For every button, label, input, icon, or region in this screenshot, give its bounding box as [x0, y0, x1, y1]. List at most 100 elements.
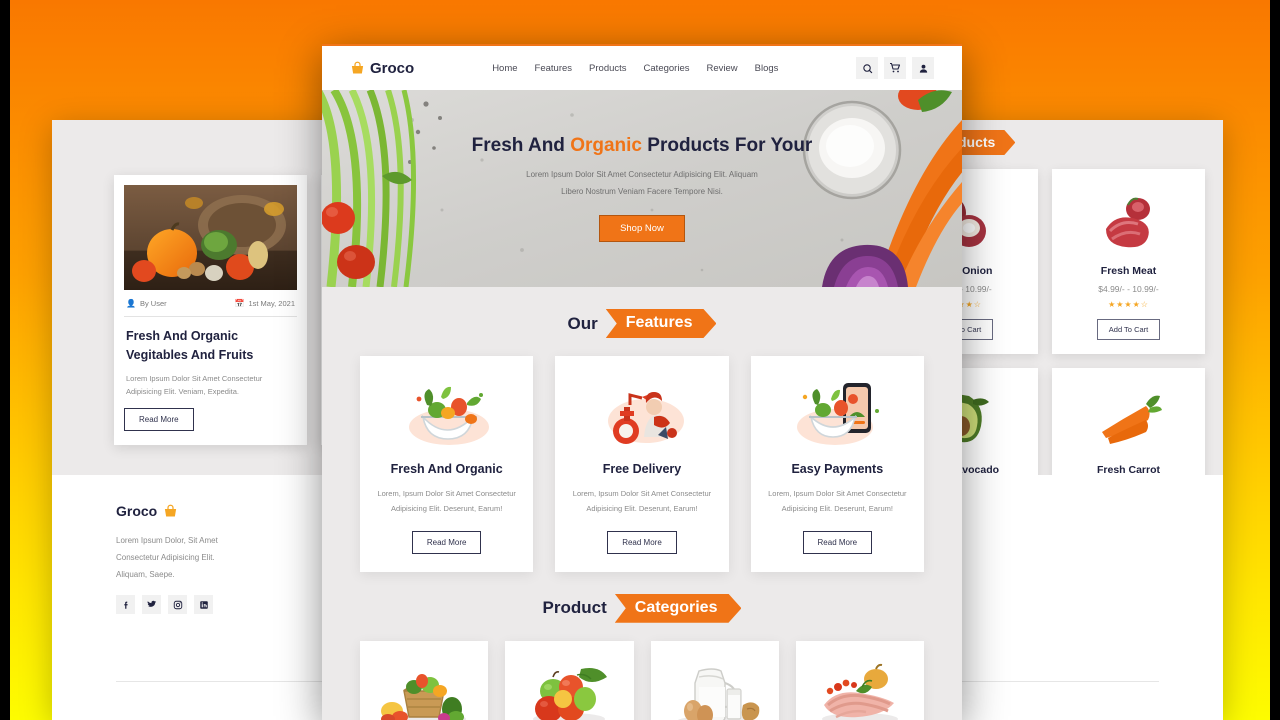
hero-title-accent: Organic [570, 135, 642, 157]
feature-text-line2: Adipisicing Elit. Deserunt, Earum! [781, 504, 893, 514]
categories-heading-ribbon: Categories [615, 594, 742, 623]
search-icon[interactable] [856, 57, 878, 79]
shopping-basket-icon [350, 61, 365, 76]
footer-about-line3: Aliquam, Saepe. [116, 569, 175, 579]
feature-text-line1: Lorem, Ipsum Dolor Sit Amet Consectetur [377, 489, 516, 498]
shop-now-button[interactable]: Shop Now [599, 214, 685, 242]
cart-icon[interactable] [884, 57, 906, 79]
footer-about-line1: Lorem Ipsum Dolor, Sit Amet [116, 536, 218, 545]
categories-heading: Product Categories [322, 572, 962, 641]
product-rating-stars: ★★★★☆ [1108, 300, 1149, 309]
features-grid: Fresh And Organic Lorem, Ipsum Dolor Sit… [322, 356, 962, 572]
hero-content: Fresh And Organic Products For Your Lore… [472, 135, 813, 242]
hero-banner: Fresh And Organic Products For Your Lore… [322, 90, 962, 287]
footer-brand-label: Groco [116, 503, 158, 519]
features-heading-plain: Our [567, 313, 598, 333]
raw-meat-image [804, 659, 916, 720]
nav-link-review[interactable]: Review [706, 63, 737, 74]
feature-read-more-button[interactable]: Read More [802, 530, 873, 554]
footer-about-column: Groco Lorem Ipsum Dolor, Sit Amet Consec… [116, 503, 281, 637]
hero-paragraph: Lorem Ipsum Dolor Sit Amet Consectetur A… [472, 167, 813, 201]
blog-read-more-button[interactable]: Read More [124, 408, 194, 431]
blog-text-line1: Lorem Ipsum Dolor Sit Amet Consectetur [126, 373, 263, 383]
feature-card[interactable]: Free Delivery Lorem, Ipsum Dolor Sit Ame… [555, 356, 729, 572]
blog-title-line1: Fresh And Organic [126, 329, 239, 343]
feature-card[interactable]: Fresh And Organic Lorem, Ipsum Dolor Sit… [360, 356, 534, 572]
blog-text-line2: Adipisicing Elit. Veniam, Expedita. [126, 386, 239, 396]
category-card[interactable]: Fresh Meat [795, 640, 924, 720]
carrot-image [1062, 384, 1195, 458]
category-card[interactable]: Fresh Fruits [505, 640, 634, 720]
logo[interactable]: Groco [350, 60, 414, 77]
feature-text: Lorem, Ipsum Dolor Sit Amet Consectetur … [374, 486, 519, 517]
linkedin-icon[interactable] [194, 595, 213, 615]
footer-socials [116, 595, 281, 615]
feature-read-more-button[interactable]: Read More [411, 530, 482, 554]
blog-title-line2: Vegitables And Fruits [126, 348, 254, 363]
hero-title: Fresh And Organic Products For Your [472, 135, 813, 157]
product-name: Fresh Meat [1100, 265, 1157, 277]
blog-card[interactable]: 👤 By User 📅 1st May, 2021 Fresh And Organi… [114, 175, 307, 445]
features-heading: Our Features [322, 287, 962, 356]
mobile-payment-illustration [765, 376, 910, 450]
feature-card[interactable]: Easy Payments Lorem, Ipsum Dolor Sit Ame… [750, 356, 924, 572]
feature-text-line2: Adipisicing Elit. Deserunt, Earum! [391, 504, 503, 514]
blog-author-label: By User [139, 299, 167, 308]
facebook-icon[interactable] [116, 595, 135, 615]
hero-title-pre: Fresh And [471, 135, 571, 157]
scooter-delivery-illustration [569, 376, 714, 450]
calendar-icon: 📅 [234, 299, 245, 308]
feature-text: Lorem, Ipsum Dolor Sit Amet Consectetur … [765, 486, 910, 517]
blog-meta: 👤 By User 📅 1st May, 2021 [124, 290, 297, 317]
feature-read-more-button[interactable]: Read More [607, 530, 677, 554]
product-price: $4.99/- - 10.99/- [1098, 284, 1159, 294]
user-icon: 👤 [126, 299, 136, 308]
nav-icons [856, 57, 934, 79]
hero-paragraph-line1: Lorem Ipsum Dolor Sit Amet Consectetur A… [526, 170, 758, 180]
screenshot-stage: 👤 By User 📅 1st May, 2021 Fresh And Organi… [0, 0, 1280, 720]
feature-text-line1: Lorem, Ipsum Dolor Sit Amet Consectetur [768, 489, 907, 498]
product-card[interactable]: Fresh Meat $4.99/- - 10.99/- ★★★★☆ Add T… [1052, 169, 1205, 354]
categories-grid: Vegitables [322, 640, 962, 720]
feature-title: Free Delivery [602, 462, 682, 476]
footer-about-line2: Consectetur Adipisicing Elit. [116, 552, 215, 562]
blog-date-label: 1st May, 2021 [248, 299, 295, 308]
logo-label: Groco [370, 59, 415, 77]
footer-brand: Groco [116, 503, 281, 519]
feature-text: Lorem, Ipsum Dolor Sit Amet Consectetur … [569, 486, 714, 517]
blog-title: Fresh And Organic Vegitables And Fruits [124, 317, 297, 372]
fruits-image [513, 659, 625, 720]
hero-paragraph-line2: Libero Nostrum Veniam Facere Tempore Nis… [561, 187, 723, 196]
hero-title-post: Products For Your [642, 135, 813, 157]
category-card[interactable]: Vegitables [360, 640, 489, 720]
nav-links: Home Features Products Categories Review… [492, 63, 778, 74]
categories-heading-plain: Product [542, 598, 607, 618]
feature-text-line1: Lorem, Ipsum Dolor Sit Amet Consectetur [572, 489, 712, 498]
blog-text: Lorem Ipsum Dolor Sit Amet Consectetur A… [124, 372, 297, 408]
footer-about-text: Lorem Ipsum Dolor, Sit Amet Consectetur … [116, 533, 281, 583]
nav-link-categories[interactable]: Categories [644, 63, 690, 74]
foreground-page-window: Groco Home Features Products Categories … [322, 44, 962, 720]
add-to-cart-button[interactable]: Add To Cart [1096, 319, 1161, 340]
blog-date: 📅 1st May, 2021 [234, 299, 295, 308]
category-card[interactable]: Dairy Products [650, 640, 779, 720]
milk-jug-eggs-image [659, 659, 771, 720]
blog-author: 👤 By User [126, 299, 167, 308]
nav-link-products[interactable]: Products [589, 63, 627, 74]
feature-text-line2: Adipisicing Elit. Deserunt, Earum! [586, 504, 698, 514]
vegetable-basket-image [368, 659, 480, 720]
feature-title: Easy Payments [791, 462, 884, 476]
nav-link-features[interactable]: Features [535, 63, 573, 74]
user-icon[interactable] [912, 57, 934, 79]
vegetable-bowl-illustration [374, 376, 519, 450]
nav-link-blogs[interactable]: Blogs [755, 63, 779, 74]
meat-image [1062, 185, 1195, 259]
nav-link-home[interactable]: Home [492, 63, 517, 74]
feature-title: Fresh And Organic [390, 462, 503, 476]
navbar: Groco Home Features Products Categories … [322, 44, 962, 90]
shopping-basket-icon [163, 504, 178, 519]
instagram-icon[interactable] [168, 595, 187, 615]
blog-thumbnail-pumpkin [124, 185, 297, 290]
features-heading-ribbon: Features [606, 309, 717, 338]
twitter-icon[interactable] [142, 595, 161, 615]
